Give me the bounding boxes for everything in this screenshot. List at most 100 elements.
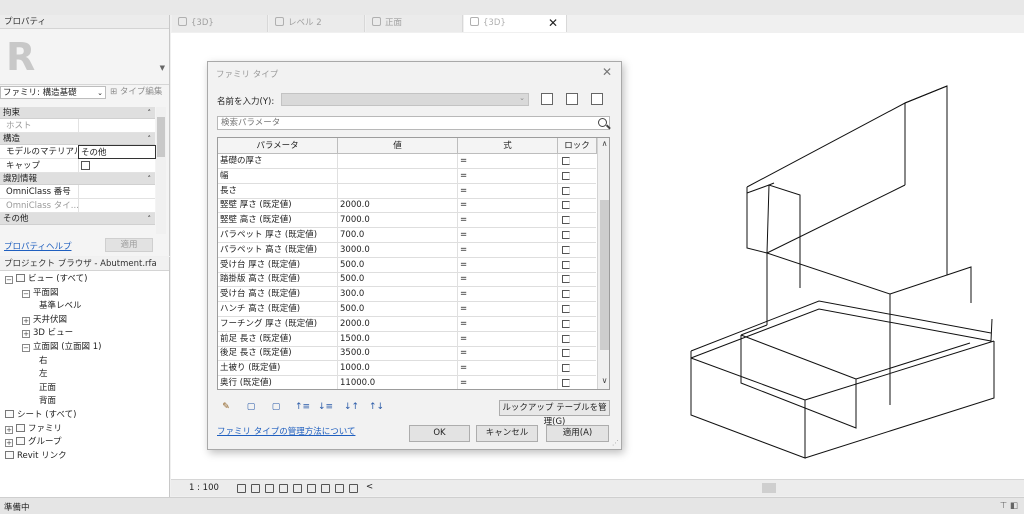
chevron-down-icon[interactable]: ∨ <box>598 376 609 388</box>
parameter-value-cell[interactable]: 3000.0 <box>338 242 458 258</box>
lock-checkbox[interactable] <box>562 305 570 313</box>
table-row[interactable]: 踏掛版 高さ (既定値) 500.0 = <box>218 272 596 288</box>
family-select[interactable]: ファミリ: 構造基礎 ⌄ <box>0 86 106 99</box>
table-row[interactable]: 後足 長さ (既定値) 3500.0 = <box>218 346 596 362</box>
table-row[interactable]: 竪壁 厚さ (既定値) 2000.0 = <box>218 198 596 214</box>
view-tab[interactable]: 正面 <box>366 15 463 32</box>
browser-tree-item[interactable]: Revit リンク <box>5 450 67 463</box>
parameter-formula-cell[interactable]: = <box>458 346 558 362</box>
collapse-icon[interactable]: ˄ <box>148 107 152 119</box>
view-tab[interactable]: レベル 2 <box>269 15 365 32</box>
collapse-icon[interactable]: − <box>22 344 30 352</box>
edit-parameter-icon[interactable]: ✎ <box>220 401 232 413</box>
delete-type-icon[interactable] <box>591 93 603 105</box>
properties-scrollbar[interactable] <box>156 107 166 234</box>
parameter-value-cell[interactable]: 500.0 <box>338 302 458 317</box>
type-selector[interactable]: R ▼ <box>0 29 169 85</box>
parameter-formula-cell[interactable]: = <box>458 316 558 332</box>
browser-tree-item[interactable]: − 立面図 (立面図 1) <box>22 341 101 354</box>
filter-icon[interactable]: ⊤ ◧ <box>1000 501 1018 511</box>
property-group-header[interactable]: 識別情報 ˄ <box>0 173 155 185</box>
parameter-value-cell[interactable]: 500.0 <box>338 257 458 273</box>
column-header-parameter[interactable]: パラメータ <box>218 138 338 154</box>
lock-checkbox[interactable] <box>562 275 570 284</box>
rename-type-icon[interactable] <box>566 93 578 105</box>
lock-checkbox[interactable] <box>562 260 570 269</box>
apply-button[interactable]: 適用(A) <box>546 425 609 442</box>
collapse-icon[interactable]: ˄ <box>148 133 152 145</box>
collapse-icon[interactable]: ˄ <box>148 173 152 185</box>
parameter-value-cell[interactable]: 1500.0 <box>338 331 458 347</box>
chevron-down-icon[interactable]: ▼ <box>160 64 165 72</box>
table-row[interactable]: パラペット 厚さ (既定値) 700.0 = <box>218 228 596 243</box>
expand-icon[interactable]: + <box>5 439 13 448</box>
table-scrollbar[interactable]: ∧ ∨ <box>597 138 609 389</box>
lock-checkbox[interactable] <box>562 201 570 210</box>
new-parameter-icon[interactable]: ▢ <box>245 401 257 413</box>
parameter-value-cell[interactable]: 300.0 <box>338 287 458 303</box>
collapse-icon[interactable]: − <box>22 289 30 298</box>
browser-tree-item[interactable]: 背面 <box>39 395 56 408</box>
browser-tree-item[interactable]: − ビュー (すべて) <box>5 273 87 286</box>
browser-tree-item[interactable]: + 天井伏図 <box>22 314 67 327</box>
shadows-icon[interactable] <box>279 484 288 493</box>
parameter-value-cell[interactable] <box>338 183 458 199</box>
resize-grip-icon[interactable]: ⋰ <box>612 439 619 447</box>
table-row[interactable]: 長さ = <box>218 183 596 199</box>
browser-tree-item[interactable]: 基準レベル <box>39 300 82 313</box>
lock-checkbox[interactable] <box>562 186 570 195</box>
chevron-up-icon[interactable]: ∧ <box>598 139 609 151</box>
property-value[interactable] <box>78 119 156 133</box>
parameter-formula-cell[interactable]: = <box>458 168 558 184</box>
lock-checkbox[interactable] <box>562 319 570 328</box>
sort-descending-icon[interactable]: ↑↓ <box>369 401 384 413</box>
browser-tree-item[interactable]: 右 <box>39 355 48 368</box>
parameter-value-cell[interactable]: 7000.0 <box>338 213 458 229</box>
parameter-formula-cell[interactable]: = <box>458 213 558 229</box>
move-down-icon[interactable]: ↓≡ <box>318 401 333 413</box>
browser-tree-item[interactable]: 左 <box>39 368 48 381</box>
manage-family-types-help-link[interactable]: ファミリ タイプの管理方法について <box>217 425 355 437</box>
manage-lookup-tables-button[interactable]: ルックアップ テーブルを管理(G) <box>499 400 610 427</box>
collapse-icon[interactable]: ˄ <box>148 213 152 225</box>
parameter-formula-cell[interactable]: = <box>458 242 558 258</box>
collapse-icon[interactable]: − <box>5 276 13 284</box>
lock-checkbox[interactable] <box>562 231 570 239</box>
parameter-formula-cell[interactable]: = <box>458 331 558 347</box>
property-value[interactable] <box>78 159 156 173</box>
parameter-value-cell[interactable]: 11000.0 <box>338 376 458 389</box>
lock-checkbox[interactable] <box>562 349 570 358</box>
view-tab[interactable]: {3D} <box>172 15 268 32</box>
visual-style-icon[interactable] <box>251 484 260 493</box>
property-value[interactable] <box>78 199 156 213</box>
view-tab[interactable]: {3D} ✕ <box>464 15 567 32</box>
table-row[interactable]: 奥行 (既定値) 11000.0 = <box>218 376 596 389</box>
lock-view-icon[interactable] <box>335 484 344 493</box>
property-group-header[interactable]: その他 ˄ <box>0 213 155 225</box>
ok-button[interactable]: OK <box>409 425 470 442</box>
view-scale[interactable]: 1 : 100 <box>189 483 219 493</box>
horizontal-scrollbar-thumb[interactable] <box>762 483 776 493</box>
sun-path-icon[interactable] <box>265 484 274 493</box>
temp-hide-icon[interactable] <box>349 484 358 493</box>
expand-icon[interactable]: + <box>5 425 13 434</box>
parameter-value-cell[interactable]: 3500.0 <box>338 346 458 362</box>
parameter-formula-cell[interactable]: = <box>458 154 558 169</box>
property-checkbox[interactable] <box>81 161 90 170</box>
browser-tree-item[interactable]: + ファミリ <box>5 423 62 436</box>
property-row[interactable]: ホスト <box>0 119 155 133</box>
parameter-formula-cell[interactable]: = <box>458 287 558 303</box>
new-type-icon[interactable] <box>541 93 553 105</box>
lock-checkbox[interactable] <box>562 364 570 373</box>
lock-checkbox[interactable] <box>562 245 570 254</box>
scrollbar-thumb[interactable] <box>157 117 165 157</box>
sort-ascending-icon[interactable]: ↓↑ <box>344 401 359 413</box>
parameter-value-cell[interactable]: 500.0 <box>338 272 458 288</box>
detail-level-icon[interactable] <box>237 484 246 493</box>
parameter-formula-cell[interactable]: = <box>458 198 558 214</box>
close-icon[interactable]: ✕ <box>602 65 612 79</box>
property-group-header[interactable]: 拘束 ˄ <box>0 107 155 119</box>
column-header-formula[interactable]: 式 <box>458 138 558 154</box>
table-row[interactable]: フーチング 厚さ (既定値) 2000.0 = <box>218 316 596 332</box>
move-up-icon[interactable]: ↑≡ <box>295 401 310 413</box>
